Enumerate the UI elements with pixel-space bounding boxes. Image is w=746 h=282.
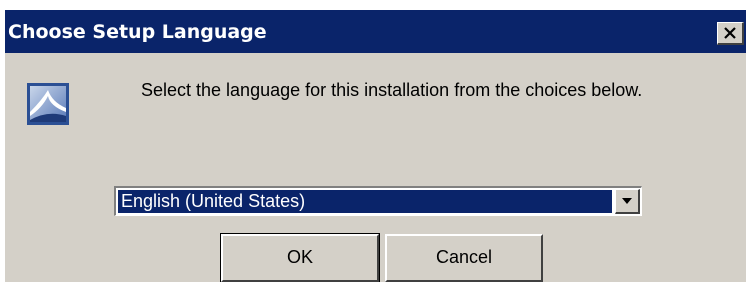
title-bar[interactable]: Choose Setup Language [5,10,746,53]
selected-language[interactable]: English (United States) [118,190,612,213]
close-icon [724,27,736,39]
ok-button[interactable]: OK [220,233,380,282]
window-title: Choose Setup Language [8,21,267,43]
setup-installer-icon [27,83,69,125]
setup-language-dialog: Choose Setup Language Select the languag… [5,10,746,282]
instruction-text: Select the language for this installatio… [141,80,643,100]
dropdown-arrow-button[interactable] [615,189,640,214]
cancel-button[interactable]: Cancel [385,234,543,282]
close-button[interactable] [717,22,744,45]
language-select[interactable]: English (United States) [114,186,642,216]
chevron-down-icon [622,198,632,204]
